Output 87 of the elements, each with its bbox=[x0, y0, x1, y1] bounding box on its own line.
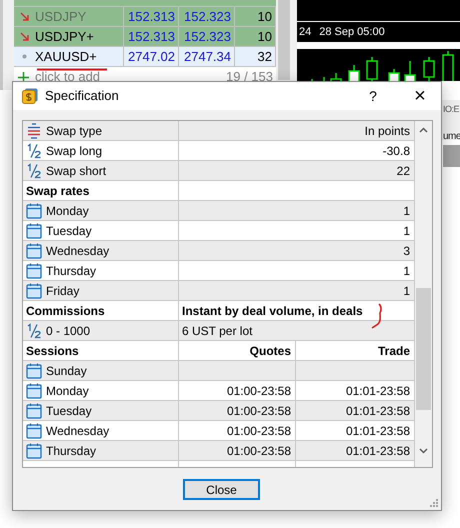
bid-price: 152.313 bbox=[128, 8, 175, 26]
property-label: Wednesday bbox=[46, 422, 110, 440]
property-label: Monday bbox=[46, 202, 89, 220]
scroll-down-icon bbox=[419, 448, 428, 454]
column-header: Trade bbox=[378, 342, 410, 360]
symbol-name: USDJPY bbox=[35, 8, 86, 26]
calendar-icon bbox=[26, 382, 42, 398]
section-heading: Commissions bbox=[26, 302, 105, 320]
section-heading: Swap rates bbox=[26, 182, 90, 200]
bid-price: 2747.02 bbox=[128, 48, 175, 66]
spread-price: 10 bbox=[258, 28, 272, 46]
calendar-icon bbox=[26, 422, 42, 438]
property-label: Swap type bbox=[46, 122, 102, 140]
resize-grip-icon bbox=[430, 499, 438, 507]
property-value: 1 bbox=[403, 222, 410, 240]
down-arrow-icon bbox=[20, 12, 29, 21]
ask-price: 152.323 bbox=[184, 28, 231, 46]
calendar-icon bbox=[26, 242, 42, 258]
property-value: 1 bbox=[403, 282, 410, 300]
time-label: 28 Sep 05:00 bbox=[319, 25, 385, 40]
property-label: Tuesday bbox=[46, 402, 92, 420]
dot-icon bbox=[20, 52, 29, 61]
property-label: 0 - 1000 bbox=[46, 322, 90, 340]
spread-price: 10 bbox=[258, 8, 272, 26]
down-arrow-icon bbox=[20, 32, 29, 41]
table-cell-text: 01:01-23:58 bbox=[346, 382, 410, 400]
ask-price: 2747.34 bbox=[184, 48, 231, 66]
symbol-name: XAUUSD+ bbox=[35, 48, 97, 66]
property-label: Thursday bbox=[46, 262, 96, 280]
table-cell-text: 01:00-23:58 bbox=[226, 382, 291, 400]
property-label: Swap short bbox=[46, 162, 106, 180]
symbol-count: 19 / 153 bbox=[226, 68, 273, 86]
panel-label: IO:E bbox=[443, 103, 460, 116]
column-header: Instant by deal volume, in deals bbox=[182, 302, 363, 320]
panel-background bbox=[443, 145, 460, 167]
scrollbar[interactable] bbox=[415, 121, 432, 467]
property-value: 1 bbox=[403, 262, 410, 280]
calendar-icon bbox=[26, 282, 42, 298]
property-value: -30.8 bbox=[382, 142, 410, 160]
property-value: 22 bbox=[396, 162, 410, 180]
column-header: Quotes bbox=[250, 342, 291, 360]
close-button[interactable]: × bbox=[405, 84, 435, 108]
property-label: Sunday bbox=[46, 362, 87, 380]
one-half-icon bbox=[26, 162, 42, 178]
ask-price: 152.323 bbox=[184, 8, 231, 26]
coins-icon bbox=[22, 88, 38, 104]
annotation-mark bbox=[369, 303, 383, 329]
close-dialog-button[interactable]: Close bbox=[183, 479, 260, 500]
property-label: Wednesday bbox=[46, 242, 110, 260]
section-heading: Sessions bbox=[26, 342, 79, 360]
table-cell-text: 01:01-23:58 bbox=[346, 402, 410, 420]
underline-mark bbox=[36, 68, 108, 71]
help-button[interactable]: ? bbox=[359, 84, 387, 108]
one-half-icon bbox=[26, 142, 42, 158]
scroll-up-icon bbox=[419, 127, 428, 133]
one-half-icon bbox=[26, 322, 42, 338]
table-cell-text: 01:00-23:58 bbox=[226, 422, 291, 440]
table-cell-text: 01:00-23:58 bbox=[226, 442, 291, 460]
property-value: 6 UST per lot bbox=[182, 322, 252, 340]
symbol-row[interactable]: USDJPY+ 152.313 152.323 10 bbox=[14, 27, 276, 47]
property-label: Monday bbox=[46, 382, 89, 400]
symbol-name: USDJPY+ bbox=[35, 28, 94, 46]
bid-price: 152.313 bbox=[128, 28, 175, 46]
table-cell-text: 01:01-23:58 bbox=[346, 422, 410, 440]
calendar-icon bbox=[26, 442, 42, 458]
property-label: Tuesday bbox=[46, 222, 92, 240]
plus-icon bbox=[18, 72, 29, 82]
table-cell-text: 01:00-23:58 bbox=[226, 402, 291, 420]
scrollbar[interactable] bbox=[278, 0, 290, 80]
calendar-icon bbox=[26, 362, 42, 378]
property-label: Thursday bbox=[46, 442, 96, 460]
spread-price: 32 bbox=[258, 48, 272, 66]
calendar-icon bbox=[26, 402, 42, 418]
dialog-title: Specification bbox=[45, 87, 120, 106]
property-label: Swap long bbox=[46, 142, 102, 160]
calendar-icon bbox=[26, 222, 42, 238]
list-icon bbox=[26, 122, 42, 138]
time-label: 24 bbox=[299, 25, 312, 40]
calendar-icon bbox=[26, 262, 42, 278]
symbol-row[interactable]: XAUUSD+ 2747.02 2747.34 32 bbox=[14, 47, 276, 67]
table-cell-text: 01:01-23:58 bbox=[346, 442, 410, 460]
property-value: 3 bbox=[403, 242, 410, 260]
property-label: Friday bbox=[46, 282, 80, 300]
property-value: In points bbox=[364, 122, 410, 140]
calendar-icon bbox=[26, 202, 42, 218]
scroll-thumb[interactable] bbox=[416, 288, 431, 410]
property-value: 1 bbox=[403, 202, 410, 220]
